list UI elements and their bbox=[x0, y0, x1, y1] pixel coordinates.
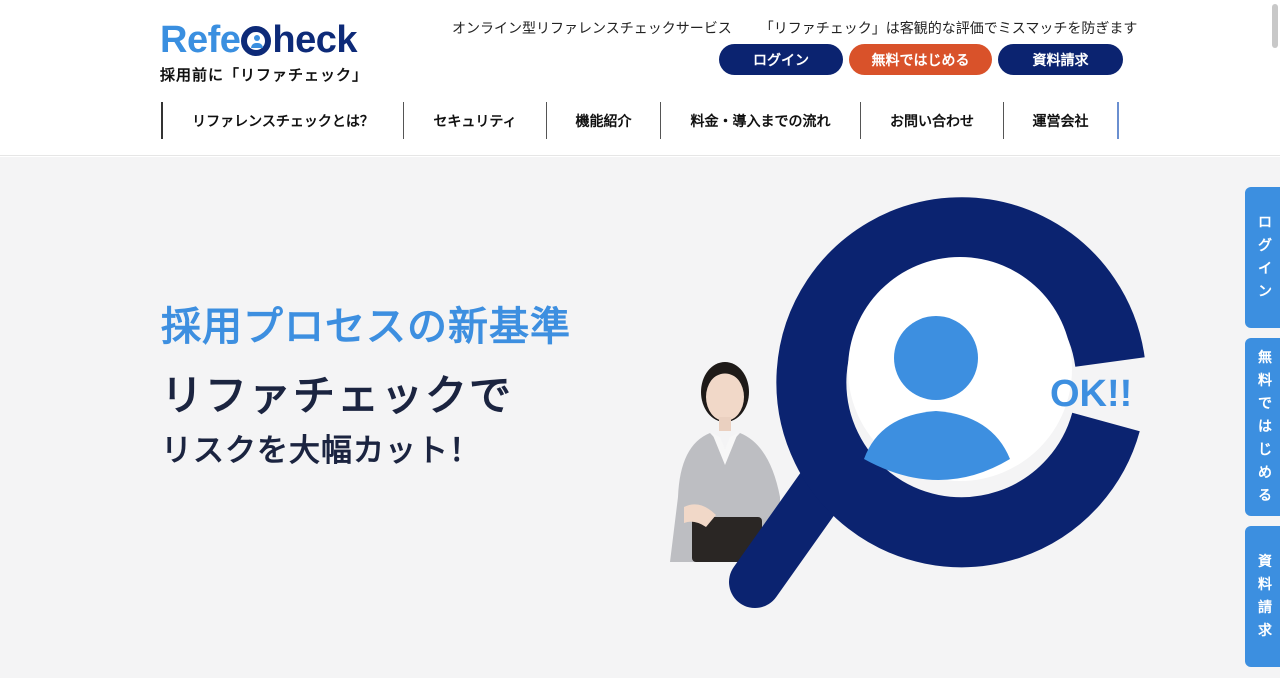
page-scrollbar[interactable] bbox=[1272, 4, 1278, 48]
side-tab-login-label: ログイン bbox=[1258, 214, 1272, 300]
header-tagline: オンライン型リファレンスチェックサービス 「リファチェック」は客観的な評価でミスマ… bbox=[452, 18, 1137, 38]
hero-subtitle-primary: リファチェックで bbox=[161, 371, 514, 420]
login-button[interactable]: ログイン bbox=[719, 44, 843, 75]
tagline-service: オンライン型リファレンスチェックサービス bbox=[452, 21, 732, 37]
hero-subtitle-secondary: リスクを大幅カット！ bbox=[161, 433, 481, 469]
refecheck-logo[interactable]: Refe heck 採用前に「リファチェック」 bbox=[160, 18, 400, 88]
free-start-button[interactable]: 無料ではじめる bbox=[849, 44, 992, 75]
hero-title: 採用プロセスの新基準 bbox=[161, 304, 571, 350]
side-tab-request-docs[interactable]: 資料請求 bbox=[1245, 526, 1280, 667]
nav-item-about-reference-check[interactable]: リファレンスチェックとは？ bbox=[163, 102, 404, 139]
side-tab-free-start-label: 無料ではじめる bbox=[1258, 349, 1272, 504]
logo-wordmark-refe: Refe bbox=[160, 19, 241, 61]
side-tab-free-start[interactable]: 無料ではじめる bbox=[1245, 338, 1280, 516]
ok-badge: OK!! bbox=[1050, 373, 1132, 415]
request-docs-button[interactable]: 資料請求 bbox=[998, 44, 1123, 75]
person-head-icon bbox=[894, 316, 978, 400]
nav-item-pricing-flow[interactable]: 料金・導入までの流れ bbox=[661, 102, 861, 139]
main-nav: リファレンスチェックとは？ セキュリティ 機能紹介 料金・導入までの流れ お問い… bbox=[161, 102, 1119, 139]
nav-item-contact[interactable]: お問い合わせ bbox=[861, 102, 1004, 139]
tagline-description: 「リファチェック」は客観的な評価でミスマッチを防ぎます bbox=[759, 21, 1138, 37]
nav-item-company[interactable]: 運営会社 bbox=[1004, 102, 1119, 139]
side-tab-request-docs-label: 資料請求 bbox=[1258, 553, 1272, 639]
side-tab-login[interactable]: ログイン bbox=[1245, 187, 1280, 328]
header-actions: ログイン 無料ではじめる 資料請求 bbox=[719, 44, 1123, 75]
site-header: Refe heck 採用前に「リファチェック」 オンライン型リファレンスチェックサ… bbox=[0, 0, 1280, 156]
nav-item-features[interactable]: 機能紹介 bbox=[547, 102, 661, 139]
logo-wordmark-check: heck bbox=[272, 19, 357, 61]
logo-subtitle: 採用前に「リファチェック」 bbox=[160, 66, 369, 84]
hero-section: 採用プロセスの新基準 リファチェックで リスクを大幅カット！ OK!! bbox=[0, 157, 1280, 678]
magnifier-person-icon bbox=[241, 26, 272, 56]
nav-item-security[interactable]: セキュリティ bbox=[404, 102, 547, 139]
hero-illustration: OK!! bbox=[670, 197, 1145, 608]
